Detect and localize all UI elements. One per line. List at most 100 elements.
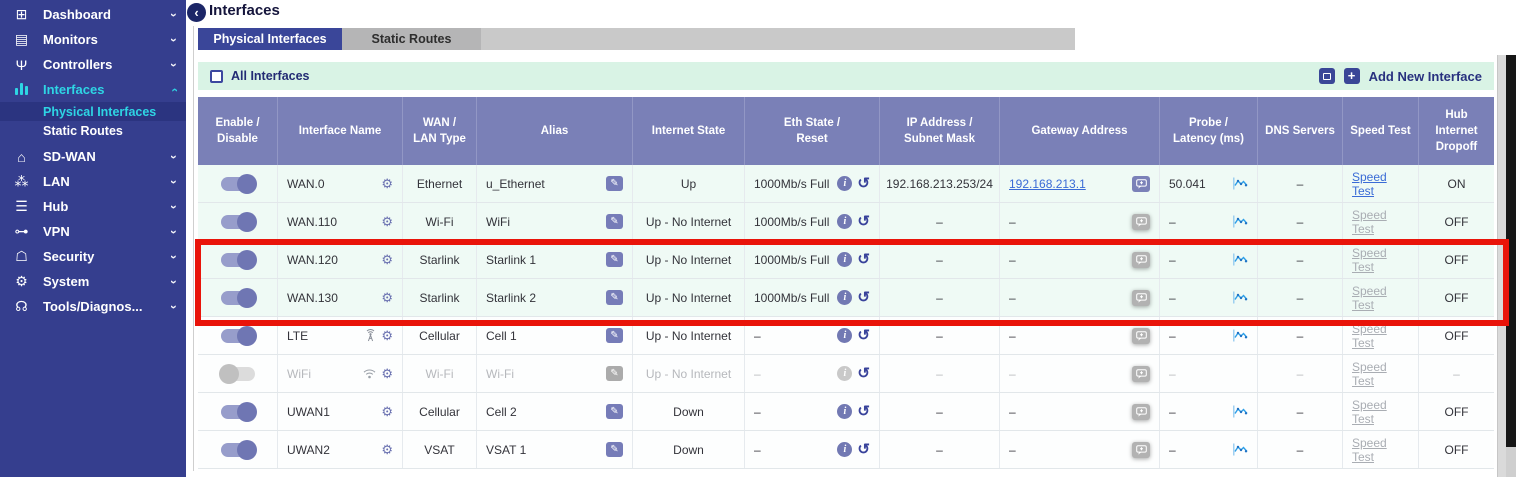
edit-alias-button[interactable]: ✎: [606, 404, 623, 419]
latency-chart-icon[interactable]: [1232, 215, 1248, 228]
gateway-ping-button[interactable]: [1132, 403, 1150, 420]
latency-chart-icon[interactable]: [1232, 253, 1248, 266]
interface-name: WiFi: [287, 366, 311, 381]
info-icon[interactable]: i: [837, 290, 853, 305]
edit-alias-button[interactable]: ✎: [606, 290, 623, 305]
speed-test-link[interactable]: Speed Test: [1352, 436, 1409, 464]
gateway-ping-button[interactable]: [1132, 441, 1150, 458]
sidebar-collapse-button[interactable]: ‹: [187, 3, 206, 22]
gear-icon[interactable]: ⚙: [381, 177, 393, 190]
gateway-ping-button[interactable]: [1132, 213, 1150, 230]
info-icon[interactable]: i: [837, 366, 853, 381]
reset-icon[interactable]: ↺: [857, 252, 870, 267]
sidebar-item-dashboard[interactable]: ⊞ Dashboard ›: [0, 2, 186, 27]
enable-toggle[interactable]: [220, 211, 257, 232]
sidebar-item-security[interactable]: ☖ Security ›: [0, 244, 186, 269]
gateway-ping-button[interactable]: [1132, 251, 1150, 268]
sidebar-item-static-routes[interactable]: Static Routes: [0, 121, 186, 140]
tab-bar: Physical Interfaces Static Routes: [198, 28, 1075, 50]
speed-test-link[interactable]: Speed Test: [1352, 284, 1409, 312]
latency-chart-icon[interactable]: [1232, 291, 1248, 304]
reset-icon[interactable]: ↺: [857, 176, 870, 191]
sidebar-item-system[interactable]: ⚙ System ›: [0, 269, 186, 294]
sidebar-item-monitors[interactable]: ▤ Monitors ›: [0, 27, 186, 52]
enable-toggle[interactable]: [220, 287, 257, 308]
gear-icon[interactable]: ⚙: [381, 291, 393, 304]
vertical-scrollbar[interactable]: [1497, 55, 1506, 477]
ip-address: –: [936, 214, 943, 229]
edit-alias-button[interactable]: ✎: [606, 366, 623, 381]
gateway-ping-button[interactable]: [1132, 365, 1150, 382]
internet-state: Up - No Internet: [645, 366, 732, 381]
enable-toggle[interactable]: [220, 173, 257, 194]
monitors-icon: ▤: [14, 31, 29, 47]
interface-name: WAN.0: [287, 176, 325, 191]
sidebar-item-controllers[interactable]: Ψ Controllers ›: [0, 52, 186, 77]
gateway-ping-button[interactable]: [1132, 289, 1150, 306]
enable-toggle[interactable]: [220, 439, 257, 460]
latency-chart-icon[interactable]: [1232, 177, 1248, 190]
dns-servers: –: [1296, 366, 1304, 381]
table-row-wan-130: WAN.130 ⚙ Starlink Starlink 2 ✎ Up - No Inter…: [198, 279, 1494, 317]
edit-alias-button[interactable]: ✎: [606, 328, 623, 343]
sidebar-item-tools-diagnos[interactable]: ☊ Tools/Diagnos... ›: [0, 294, 186, 319]
gateway-address[interactable]: 192.168.213.1: [1009, 177, 1086, 191]
info-icon[interactable]: i: [837, 404, 853, 419]
reset-icon[interactable]: ↺: [857, 290, 870, 305]
sidebar-item-lan[interactable]: ⁂ LAN ›: [0, 169, 186, 194]
gear-icon[interactable]: ⚙: [381, 443, 393, 456]
tab-physical-interfaces[interactable]: Physical Interfaces: [198, 28, 342, 50]
sidebar-item-interfaces[interactable]: Interfaces ›: [0, 77, 186, 102]
latency-chart-icon[interactable]: [1232, 329, 1248, 342]
gear-icon[interactable]: ⚙: [381, 405, 393, 418]
info-icon[interactable]: i: [837, 252, 853, 267]
speed-test-link[interactable]: Speed Test: [1352, 360, 1409, 388]
gateway-ping-button[interactable]: [1132, 175, 1150, 192]
enable-toggle[interactable]: [220, 249, 257, 270]
column-header-probe: Probe / Latency (ms): [1160, 97, 1258, 165]
column-header-ip-address: IP Address / Subnet Mask: [880, 97, 1000, 165]
enable-toggle[interactable]: [218, 363, 255, 384]
content-divider: [193, 26, 194, 471]
reset-icon[interactable]: ↺: [857, 404, 870, 419]
gateway-ping-button[interactable]: [1132, 327, 1150, 344]
sidebar-item-sd-wan[interactable]: ⌂ SD-WAN ›: [0, 144, 186, 169]
sidebar-item-vpn[interactable]: ⊶ VPN ›: [0, 219, 186, 244]
sidebar-item-hub[interactable]: ☰ Hub ›: [0, 194, 186, 219]
gear-icon[interactable]: ⚙: [381, 367, 393, 380]
edit-alias-button[interactable]: ✎: [606, 252, 623, 267]
enable-toggle[interactable]: [220, 325, 257, 346]
gear-icon[interactable]: ⚙: [381, 329, 393, 342]
wifi-icon: [363, 368, 376, 378]
info-icon[interactable]: i: [837, 442, 853, 457]
reset-icon[interactable]: ↺: [857, 442, 870, 457]
all-interfaces-checkbox[interactable]: [210, 69, 223, 83]
reset-icon[interactable]: ↺: [857, 328, 870, 343]
add-new-interface-button[interactable]: Add New Interface: [1369, 69, 1482, 84]
latency-chart-icon[interactable]: [1232, 443, 1248, 456]
edit-alias-button[interactable]: ✎: [606, 442, 623, 457]
tab-static-routes[interactable]: Static Routes: [342, 28, 481, 50]
speed-test-link[interactable]: Speed Test: [1352, 246, 1409, 274]
latency-chart-icon[interactable]: [1232, 405, 1248, 418]
plus-icon[interactable]: +: [1343, 68, 1360, 84]
info-icon[interactable]: i: [837, 176, 853, 191]
reset-icon[interactable]: ↺: [857, 214, 870, 229]
reset-icon[interactable]: ↺: [857, 366, 870, 381]
gear-icon[interactable]: ⚙: [381, 215, 393, 228]
table-row-wifi: WiFi ⚙ Wi-Fi Wi-Fi ✎ Up - No Internet – i ↺ – – – – S…: [198, 355, 1494, 393]
enable-toggle[interactable]: [220, 401, 257, 422]
speed-test-link[interactable]: Speed Test: [1352, 398, 1409, 426]
all-interfaces-label: All Interfaces: [231, 69, 310, 83]
gear-icon[interactable]: ⚙: [381, 253, 393, 266]
sidebar-item-physical-interfaces[interactable]: Physical Interfaces: [0, 102, 186, 121]
speed-test-link[interactable]: Speed Test: [1352, 322, 1409, 350]
speed-test-link[interactable]: Speed Test: [1352, 208, 1409, 236]
window-icon[interactable]: [1318, 68, 1335, 84]
speed-test-link[interactable]: Speed Test: [1352, 170, 1409, 198]
edit-alias-button[interactable]: ✎: [606, 176, 623, 191]
sidebar-item-label: Controllers: [43, 57, 113, 72]
edit-alias-button[interactable]: ✎: [606, 214, 623, 229]
info-icon[interactable]: i: [837, 214, 853, 229]
info-icon[interactable]: i: [837, 328, 853, 343]
